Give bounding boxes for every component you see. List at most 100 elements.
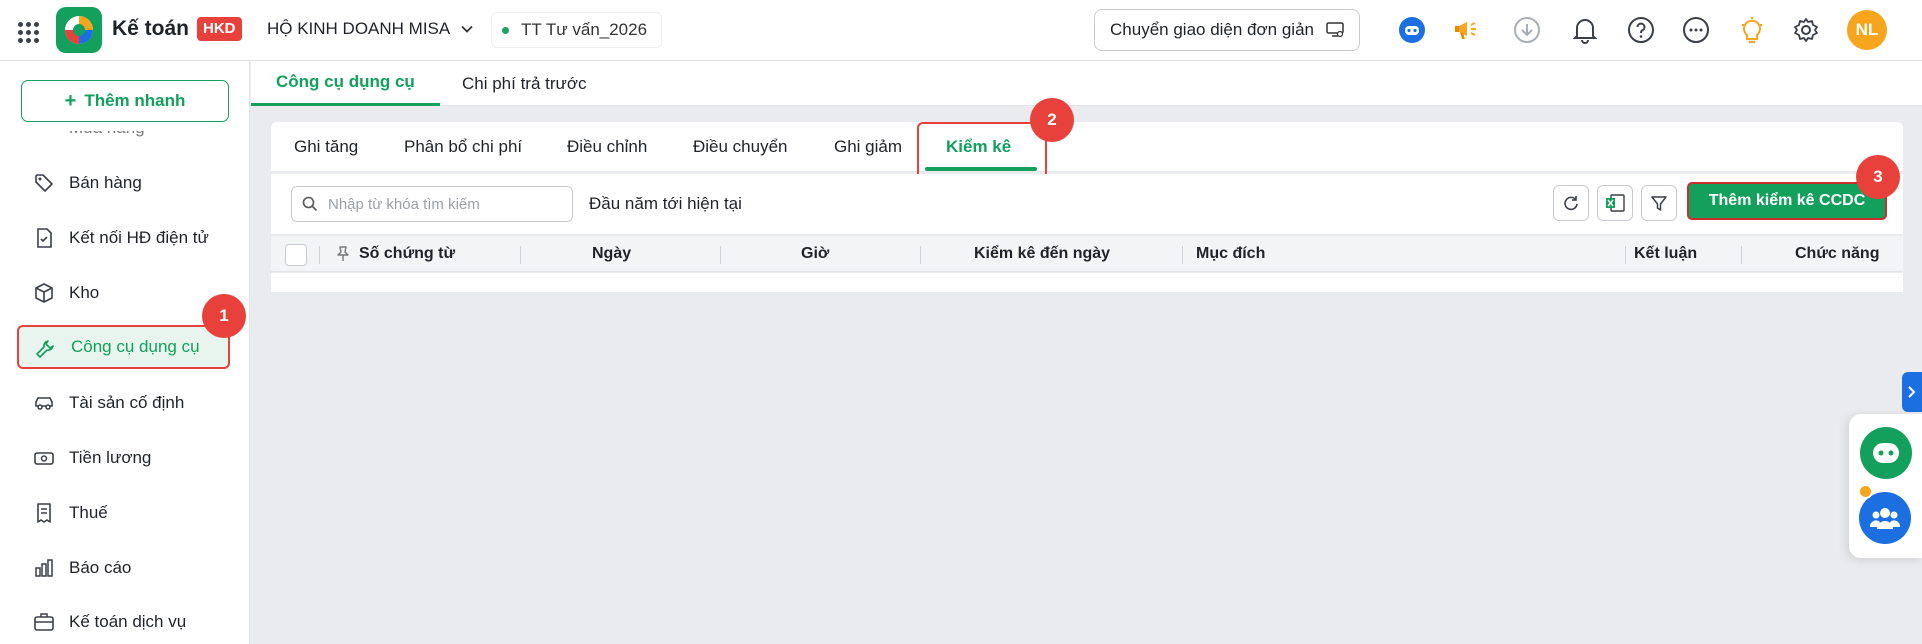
money-icon xyxy=(34,452,54,465)
app-logo xyxy=(56,7,102,53)
sidebar-item-tools[interactable]: Công cụ dụng cụ xyxy=(17,325,230,369)
more-icon[interactable] xyxy=(1678,12,1714,48)
column-purpose[interactable]: Mục đích xyxy=(1196,236,1265,272)
chevron-down-icon xyxy=(461,25,473,33)
sidebar-item-sales[interactable]: Bán hàng xyxy=(0,161,230,205)
megaphone-icon[interactable] xyxy=(1449,12,1485,48)
export-excel-button[interactable] xyxy=(1597,185,1633,221)
bar-chart-icon xyxy=(35,559,53,577)
branch-selector[interactable]: TT Tư vấn_2026 xyxy=(491,12,663,48)
car-icon xyxy=(35,397,53,410)
company-selector[interactable]: HỘ KINH DOANH MISA xyxy=(267,19,474,39)
column-conclusion[interactable]: Kết luận xyxy=(1634,236,1697,272)
floating-support-panel xyxy=(1849,414,1922,558)
sidebar-item-label: Công cụ dụng cụ xyxy=(71,337,200,356)
app-name: Kế toán xyxy=(112,17,190,40)
refresh-button[interactable] xyxy=(1553,185,1589,221)
top-bar: Kế toán HKD HỘ KINH DOANH MISA TT Tư vấn… xyxy=(0,0,1922,61)
refresh-icon xyxy=(1564,196,1578,211)
sidebar-item-label: Bán hàng xyxy=(69,173,142,192)
sub-tabs: Ghi tăng Phân bổ chi phí Điều chỉnh Điều… xyxy=(271,122,1903,180)
notification-dot xyxy=(1858,484,1873,499)
receipt-icon xyxy=(37,503,51,523)
step-marker-1: 1 xyxy=(202,294,246,338)
tab-tools[interactable]: Công cụ dụng cụ xyxy=(251,61,440,106)
column-separator xyxy=(319,246,320,264)
sidebar: + Thêm nhanh Mua hàng Bán hàng Kết nối H… xyxy=(0,61,250,644)
quick-add-button[interactable]: + Thêm nhanh xyxy=(21,80,229,122)
sidebar-item-payroll[interactable]: Tiền lương xyxy=(0,436,230,480)
community-button[interactable] xyxy=(1859,492,1911,544)
help-icon[interactable] xyxy=(1623,12,1659,48)
lightbulb-icon[interactable] xyxy=(1734,12,1770,48)
content-panel: Ghi tăng Phân bổ chi phí Điều chỉnh Điều… xyxy=(271,122,1903,292)
highlight-box xyxy=(917,122,1047,180)
robot-assistant-icon[interactable] xyxy=(1394,12,1430,48)
invoice-icon xyxy=(37,228,52,248)
period-selector[interactable]: Đầu năm tới hiện tại xyxy=(589,194,742,214)
app-badge: HKD xyxy=(197,17,242,41)
sidebar-item-e-invoice[interactable]: Kết nối HĐ điện tử xyxy=(0,216,230,260)
switch-ui-button[interactable]: Chuyển giao diện đơn giản xyxy=(1094,9,1360,51)
column-separator xyxy=(1625,246,1626,264)
branch-name: TT Tư vấn_2026 xyxy=(521,20,648,39)
excel-icon xyxy=(1606,194,1625,212)
step-marker-2: 2 xyxy=(1030,98,1074,142)
wrench-icon xyxy=(36,340,54,358)
plus-icon: + xyxy=(64,90,77,112)
sidebar-item-label: Tài sản cố định xyxy=(69,393,185,412)
chevron-right-icon xyxy=(1908,386,1916,398)
chat-bot-icon xyxy=(1873,443,1899,463)
apps-grid-icon[interactable] xyxy=(14,18,42,46)
add-inventory-check-button[interactable]: Thêm kiểm kê CCDC xyxy=(1687,182,1887,220)
chat-support-button[interactable] xyxy=(1860,427,1912,479)
group-icon xyxy=(1869,508,1901,529)
tab-cost-allocation[interactable]: Phân bổ chi phí xyxy=(404,122,522,172)
sidebar-item-warehouse[interactable]: Kho xyxy=(0,271,230,315)
column-actions[interactable]: Chức năng xyxy=(1795,236,1879,272)
main-tabs: Công cụ dụng cụ Chi phí trả trước xyxy=(251,61,1922,106)
column-voucher-number[interactable]: Số chứng từ xyxy=(359,236,455,272)
search-input[interactable] xyxy=(328,195,558,213)
tab-transfer[interactable]: Điều chuyển xyxy=(693,122,788,172)
sidebar-item-accounting-services[interactable]: Kế toán dịch vụ xyxy=(0,600,230,644)
column-separator xyxy=(920,246,921,264)
sidebar-item-label: Thuế xyxy=(69,503,108,522)
column-separator xyxy=(520,246,521,264)
toolbar: Đầu năm tới hiện tại Thêm kiểm kê CCDC xyxy=(271,174,1903,234)
tab-adjustment[interactable]: Điều chỉnh xyxy=(567,122,647,172)
table-header: Số chứng từ Ngày Giờ Kiểm kê đến ngày Mụ… xyxy=(271,236,1903,272)
column-time[interactable]: Giờ xyxy=(801,236,829,272)
quick-add-label: Thêm nhanh xyxy=(84,91,186,110)
select-all-checkbox[interactable] xyxy=(285,244,307,266)
table-body xyxy=(271,273,1903,292)
box-icon xyxy=(35,283,53,303)
bell-icon[interactable] xyxy=(1567,12,1603,48)
search-icon xyxy=(302,196,318,212)
column-date[interactable]: Ngày xyxy=(592,236,631,272)
filter-button[interactable] xyxy=(1641,185,1677,221)
pin-icon[interactable] xyxy=(336,246,350,262)
monitor-icon xyxy=(1326,22,1344,38)
search-box[interactable] xyxy=(291,186,573,222)
tab-increase[interactable]: Ghi tăng xyxy=(294,122,358,172)
column-check-to-date[interactable]: Kiểm kê đến ngày xyxy=(974,236,1110,272)
sidebar-item-label: Kết nối HĐ điện tử xyxy=(69,228,209,247)
gear-icon[interactable] xyxy=(1788,12,1824,48)
sidebar-item-reports[interactable]: Báo cáo xyxy=(0,546,230,590)
switch-ui-label: Chuyển giao diện đơn giản xyxy=(1110,20,1314,39)
column-separator xyxy=(1182,246,1183,264)
sidebar-item-label: Tiền lương xyxy=(69,448,152,467)
step-marker-3: 3 xyxy=(1856,155,1900,199)
tab-prepaid-expenses[interactable]: Chi phí trả trước xyxy=(437,61,612,106)
sidebar-item-label: Báo cáo xyxy=(69,558,132,577)
sidebar-item-label: Kế toán dịch vụ xyxy=(69,612,187,631)
sidebar-item-fixed-assets[interactable]: Tài sản cố định xyxy=(0,381,230,425)
user-avatar[interactable]: NL xyxy=(1847,10,1887,50)
sidebar-item-tax[interactable]: Thuế xyxy=(0,491,230,535)
expand-panel-button[interactable] xyxy=(1902,372,1922,412)
download-icon[interactable] xyxy=(1509,12,1545,48)
tab-decrease[interactable]: Ghi giảm xyxy=(834,122,902,172)
column-separator xyxy=(720,246,721,264)
company-name: HỘ KINH DOANH MISA xyxy=(267,19,451,38)
